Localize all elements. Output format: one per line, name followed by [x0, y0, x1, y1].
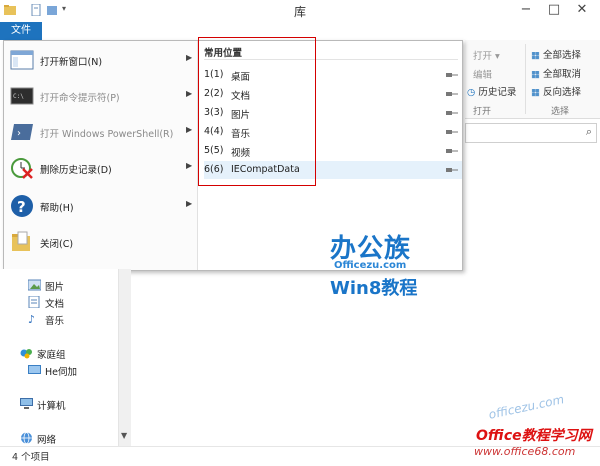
- user-icon: [28, 364, 41, 376]
- help-icon: ?: [10, 194, 34, 218]
- watermark-logo: Office教程学习网: [476, 428, 592, 444]
- item-count: 4 个项目: [12, 452, 50, 463]
- open-button[interactable]: 打开 ▾: [473, 48, 500, 62]
- network-icon: [20, 432, 33, 444]
- chevron-right-icon: ▶: [186, 53, 193, 62]
- select-all-label: 全部选择: [543, 50, 582, 61]
- watermark-faint: officezu.com: [487, 392, 566, 422]
- menu-item-new-window[interactable]: 打开新窗口(N) ▶: [4, 43, 197, 77]
- invert-selection-icon: ▦: [531, 87, 540, 98]
- homegroup-icon: [20, 347, 33, 359]
- history-icon: ◷: [467, 87, 476, 98]
- menu-item-label: 帮助(H): [40, 203, 74, 214]
- computer-icon: [20, 398, 33, 410]
- watermark-site: Officezu.com: [334, 260, 407, 271]
- scroll-down-icon[interactable]: ▼: [121, 431, 127, 440]
- select-none-label: 全部取消: [543, 69, 582, 80]
- new-window-icon: [10, 48, 34, 72]
- menu-item-label: 打开命令提示符(P): [40, 93, 120, 104]
- command-prompt-icon: C:\: [10, 84, 34, 108]
- nav-item-label: 图片: [45, 282, 65, 293]
- chevron-right-icon: ▶: [186, 125, 193, 134]
- open-group-label: 打开: [473, 107, 492, 117]
- nav-item-label: He伺加: [45, 367, 77, 378]
- close-folder-icon: [10, 230, 34, 254]
- menu-item-label: 打开新窗口(N): [40, 57, 103, 68]
- svg-text:›: ›: [17, 128, 21, 139]
- file-menu-commands: 打开新窗口(N) ▶ C:\ 打开命令提示符(P) ▶ › 打开 Windows…: [4, 41, 197, 270]
- nav-item-label: 文档: [45, 299, 65, 310]
- close-icon[interactable]: ✕: [568, 0, 596, 20]
- file-tab[interactable]: 文件: [0, 22, 42, 40]
- pin-icon[interactable]: [446, 147, 458, 155]
- nav-scrollbar[interactable]: ▼: [118, 269, 131, 447]
- open-label: 打开: [473, 51, 493, 62]
- ribbon-divider: [525, 44, 526, 114]
- pin-icon[interactable]: [446, 71, 458, 79]
- search-input[interactable]: ⌕: [465, 123, 597, 143]
- highlight-box: [198, 37, 316, 186]
- pin-icon[interactable]: [446, 166, 458, 174]
- select-all-button[interactable]: ▦ 全部选择: [531, 47, 581, 61]
- nav-item-label: 音乐: [45, 316, 65, 327]
- nav-item-label: 家庭组: [37, 350, 66, 361]
- music-icon: ♪: [28, 313, 36, 326]
- menu-item-close[interactable]: 关闭(C): [4, 225, 197, 259]
- search-icon: ⌕: [585, 125, 592, 138]
- history-label: 历史记录: [478, 87, 517, 98]
- chevron-right-icon: ▶: [186, 89, 193, 98]
- menu-item-delete-history[interactable]: 删除历史记录(D) ▶: [4, 151, 197, 185]
- svg-text:?: ?: [17, 198, 26, 216]
- edit-button[interactable]: 编辑: [473, 67, 492, 81]
- select-all-icon: ▦: [531, 50, 540, 61]
- menu-item-label: 关闭(C): [40, 239, 74, 250]
- menu-item-powershell[interactable]: › 打开 Windows PowerShell(R) ▶: [4, 115, 197, 149]
- chevron-right-icon: ▶: [186, 199, 193, 208]
- pin-icon[interactable]: [446, 90, 458, 98]
- watermark-course: Win8教程: [330, 278, 418, 299]
- pin-icon[interactable]: [446, 109, 458, 117]
- delete-history-icon: [10, 156, 34, 180]
- invert-selection-button[interactable]: ▦ 反向选择: [531, 84, 581, 98]
- select-group-label: 选择: [551, 107, 570, 117]
- watermark-url: www.office68.com: [474, 445, 576, 458]
- nav-item-label: 网络: [37, 435, 57, 446]
- menu-item-label: 删除历史记录(D): [40, 165, 112, 176]
- menu-item-label: 打开 Windows PowerShell(R): [40, 129, 174, 140]
- maximize-icon[interactable]: □: [540, 0, 568, 20]
- menu-item-command-prompt[interactable]: C:\ 打开命令提示符(P) ▶: [4, 79, 197, 113]
- svg-text:C:\: C:\: [13, 93, 24, 100]
- minimize-icon[interactable]: −: [512, 0, 540, 20]
- select-none-icon: ▦: [531, 69, 540, 80]
- pictures-icon: [27, 279, 42, 291]
- menu-item-help[interactable]: ? 帮助(H) ▶: [4, 189, 197, 223]
- ribbon: 打开 ▾ 编辑 ◷ 历史记录 打开 ▦ 全部选择 ▦ 全部取消 ▦ 反向选择 选…: [465, 40, 600, 119]
- window-title: 库: [293, 5, 306, 19]
- powershell-icon: ›: [10, 120, 34, 144]
- nav-item-label: 计算机: [37, 401, 66, 412]
- history-button[interactable]: ◷ 历史记录: [467, 84, 516, 98]
- invert-selection-label: 反向选择: [543, 87, 582, 98]
- chevron-right-icon: ▶: [186, 161, 193, 170]
- pin-icon[interactable]: [446, 128, 458, 136]
- select-none-button[interactable]: ▦ 全部取消: [531, 66, 581, 80]
- documents-icon: [28, 295, 41, 309]
